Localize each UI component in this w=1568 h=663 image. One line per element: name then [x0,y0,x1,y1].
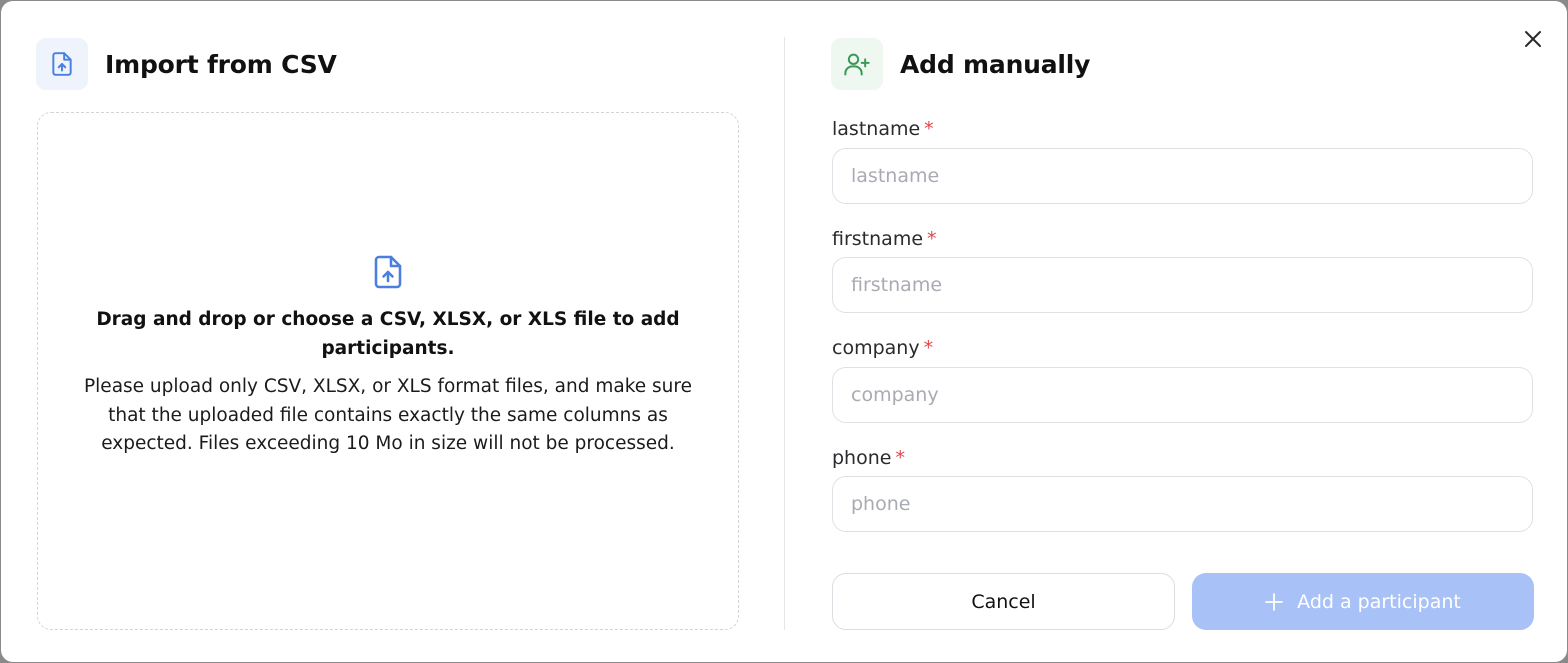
company-label-text: company [832,337,920,359]
file-upload-icon [370,253,406,291]
user-plus-icon-tile [831,38,883,90]
lastname-label: lastname * [832,118,934,140]
required-mark: * [924,118,934,140]
company-label: company * [832,337,933,359]
cancel-button[interactable]: Cancel [832,573,1175,630]
close-icon [1524,30,1542,48]
import-participants-modal: Import from CSV Drag and drop or choose … [1,1,1567,662]
cancel-button-label: Cancel [971,590,1036,613]
firstname-label: firstname * [832,228,937,250]
file-dropzone[interactable]: Drag and drop or choose a CSV, XLSX, or … [37,112,739,630]
column-divider [784,37,785,630]
company-input[interactable] [832,367,1533,423]
dropzone-description: Please upload only CSV, XLSX, or XLS for… [84,376,692,455]
file-upload-icon [49,51,75,77]
required-mark: * [927,228,937,250]
dropzone-title: Drag and drop or choose a CSV, XLSX, or … [96,309,680,360]
required-mark: * [895,447,905,469]
manual-title: Add manually [900,49,1091,79]
manual-header: Add manually [831,38,1090,90]
add-participant-button[interactable]: Add a participant [1192,573,1534,630]
phone-label-text: phone [832,447,892,469]
lastname-input[interactable] [832,148,1533,204]
lastname-label-text: lastname [832,118,921,140]
add-participant-label: Add a participant [1297,590,1461,613]
user-plus-icon [843,50,871,78]
firstname-label-text: firstname [832,228,924,250]
file-upload-icon-tile [36,38,88,90]
firstname-input[interactable] [832,257,1533,313]
phone-label: phone * [832,447,905,469]
plus-icon [1265,592,1284,611]
phone-input[interactable] [832,476,1533,532]
required-mark: * [923,337,934,359]
import-title: Import from CSV [105,49,337,79]
close-button[interactable] [1520,26,1546,52]
import-header: Import from CSV [36,38,337,90]
